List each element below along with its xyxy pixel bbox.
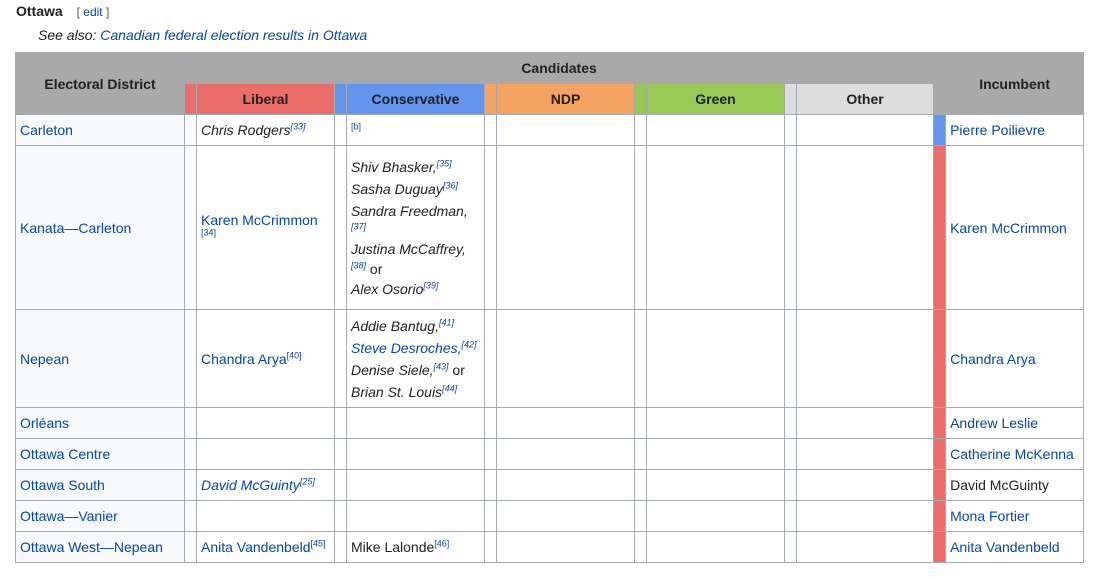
edit-link[interactable]: edit — [83, 5, 102, 19]
section-title: Ottawa — [16, 3, 63, 19]
incumbent-cell[interactable]: Chandra Arya — [945, 309, 1085, 408]
district-cell[interactable]: Nepean — [15, 309, 185, 408]
conservative-candidate: Mike Lalonde[46] — [346, 531, 485, 563]
see-also-prefix: See also: — [38, 27, 97, 43]
header-incumbent-strip — [933, 52, 947, 115]
district-cell[interactable]: Ottawa Centre — [15, 438, 185, 470]
header-incumbent: Incumbent — [945, 52, 1085, 115]
header-liberal: Liberal — [196, 83, 335, 115]
incumbent-cell[interactable]: Pierre Poilievre — [945, 114, 1085, 146]
incumbent-party-strip — [933, 309, 947, 408]
incumbent-party-strip — [933, 114, 947, 146]
incumbent-cell: David McGuinty — [945, 469, 1085, 501]
edit-link-wrapper: [ edit ] — [76, 5, 110, 19]
district-cell[interactable]: Ottawa South — [15, 469, 185, 501]
liberal-candidate[interactable]: David McGuinty[25] — [196, 469, 335, 501]
district-cell[interactable]: Orléans — [15, 407, 185, 439]
conservative-strip — [334, 83, 347, 115]
see-also-note: See also: Canadian federal election resu… — [38, 27, 367, 43]
table-row: Kanata—Carleton Karen McCrimmon [34] Shiv… — [15, 145, 1085, 310]
incumbent-party-strip — [933, 469, 947, 501]
ndp-strip — [484, 83, 497, 115]
district-cell[interactable]: Kanata—Carleton — [15, 145, 185, 310]
table-row: Ottawa West—Nepean Anita Vandenbeld[45] … — [15, 531, 1085, 563]
incumbent-party-strip — [933, 145, 947, 310]
green-strip — [634, 83, 647, 115]
incumbent-party-strip — [933, 531, 947, 563]
liberal-candidate: Karen McCrimmon [34] — [196, 145, 335, 310]
incumbent-cell[interactable]: Anita Vandenbeld — [945, 531, 1085, 563]
liberal-candidate: Chandra Arya[40] — [196, 309, 335, 408]
liberal-strip — [184, 83, 197, 115]
header-candidates: Candidates — [183, 52, 935, 84]
liberal-candidate: Chris Rodgers[33] — [196, 114, 335, 146]
ref[interactable]: [45] — [311, 538, 326, 548]
header-district: Electoral District — [15, 52, 185, 115]
header-conservative: Conservative — [346, 83, 485, 115]
section-heading: Ottawa [ edit ] — [16, 3, 109, 19]
see-also-link[interactable]: Canadian federal election results in Ott… — [100, 27, 367, 43]
election-table: Electoral District Candidates Incumbent … — [15, 52, 1085, 563]
ref[interactable]: [33] — [290, 121, 305, 131]
table-row: Ottawa Centre Catherine McKenna — [15, 438, 1085, 470]
district-cell[interactable]: Ottawa—Vanier — [15, 500, 185, 532]
incumbent-cell[interactable]: Catherine McKenna — [945, 438, 1085, 470]
incumbent-party-strip — [933, 438, 947, 470]
table-row: Nepean Chandra Arya[40] Addie Bantug,[41… — [15, 309, 1085, 408]
ref[interactable]: [34] — [201, 227, 216, 237]
ref[interactable]: [46] — [434, 538, 449, 548]
incumbent-party-strip — [933, 407, 947, 439]
table-row: Carleton Chris Rodgers[33] [b] Pierre Po… — [15, 114, 1085, 146]
ref[interactable]: [25] — [300, 476, 315, 486]
liberal-candidate: Anita Vandenbeld[45] — [196, 531, 335, 563]
incumbent-party-strip — [933, 500, 947, 532]
incumbent-cell[interactable]: Andrew Leslie — [945, 407, 1085, 439]
incumbent-cell[interactable]: Mona Fortier — [945, 500, 1085, 532]
header-other: Other — [795, 83, 935, 115]
table-row: Ottawa South David McGuinty[25] David Mc… — [15, 469, 1085, 501]
ref[interactable]: [40] — [287, 350, 302, 360]
other-strip — [784, 83, 797, 115]
header-green: Green — [646, 83, 785, 115]
ref[interactable]: [b] — [351, 121, 361, 131]
district-cell[interactable]: Ottawa West—Nepean — [15, 531, 185, 563]
conservative-candidate: [b] — [346, 114, 485, 146]
incumbent-cell[interactable]: Karen McCrimmon — [945, 145, 1085, 310]
header-ndp: NDP — [496, 83, 635, 115]
conservative-candidates: Addie Bantug,[41] Steve Desroches,[42] D… — [346, 309, 485, 408]
conservative-candidates: Shiv Bhasker,[35] Sasha Duguay[36] Sandr… — [346, 145, 485, 310]
table-row: Orléans Andrew Leslie — [15, 407, 1085, 439]
district-cell[interactable]: Carleton — [15, 114, 185, 146]
table-row: Ottawa—Vanier Mona Fortier — [15, 500, 1085, 532]
